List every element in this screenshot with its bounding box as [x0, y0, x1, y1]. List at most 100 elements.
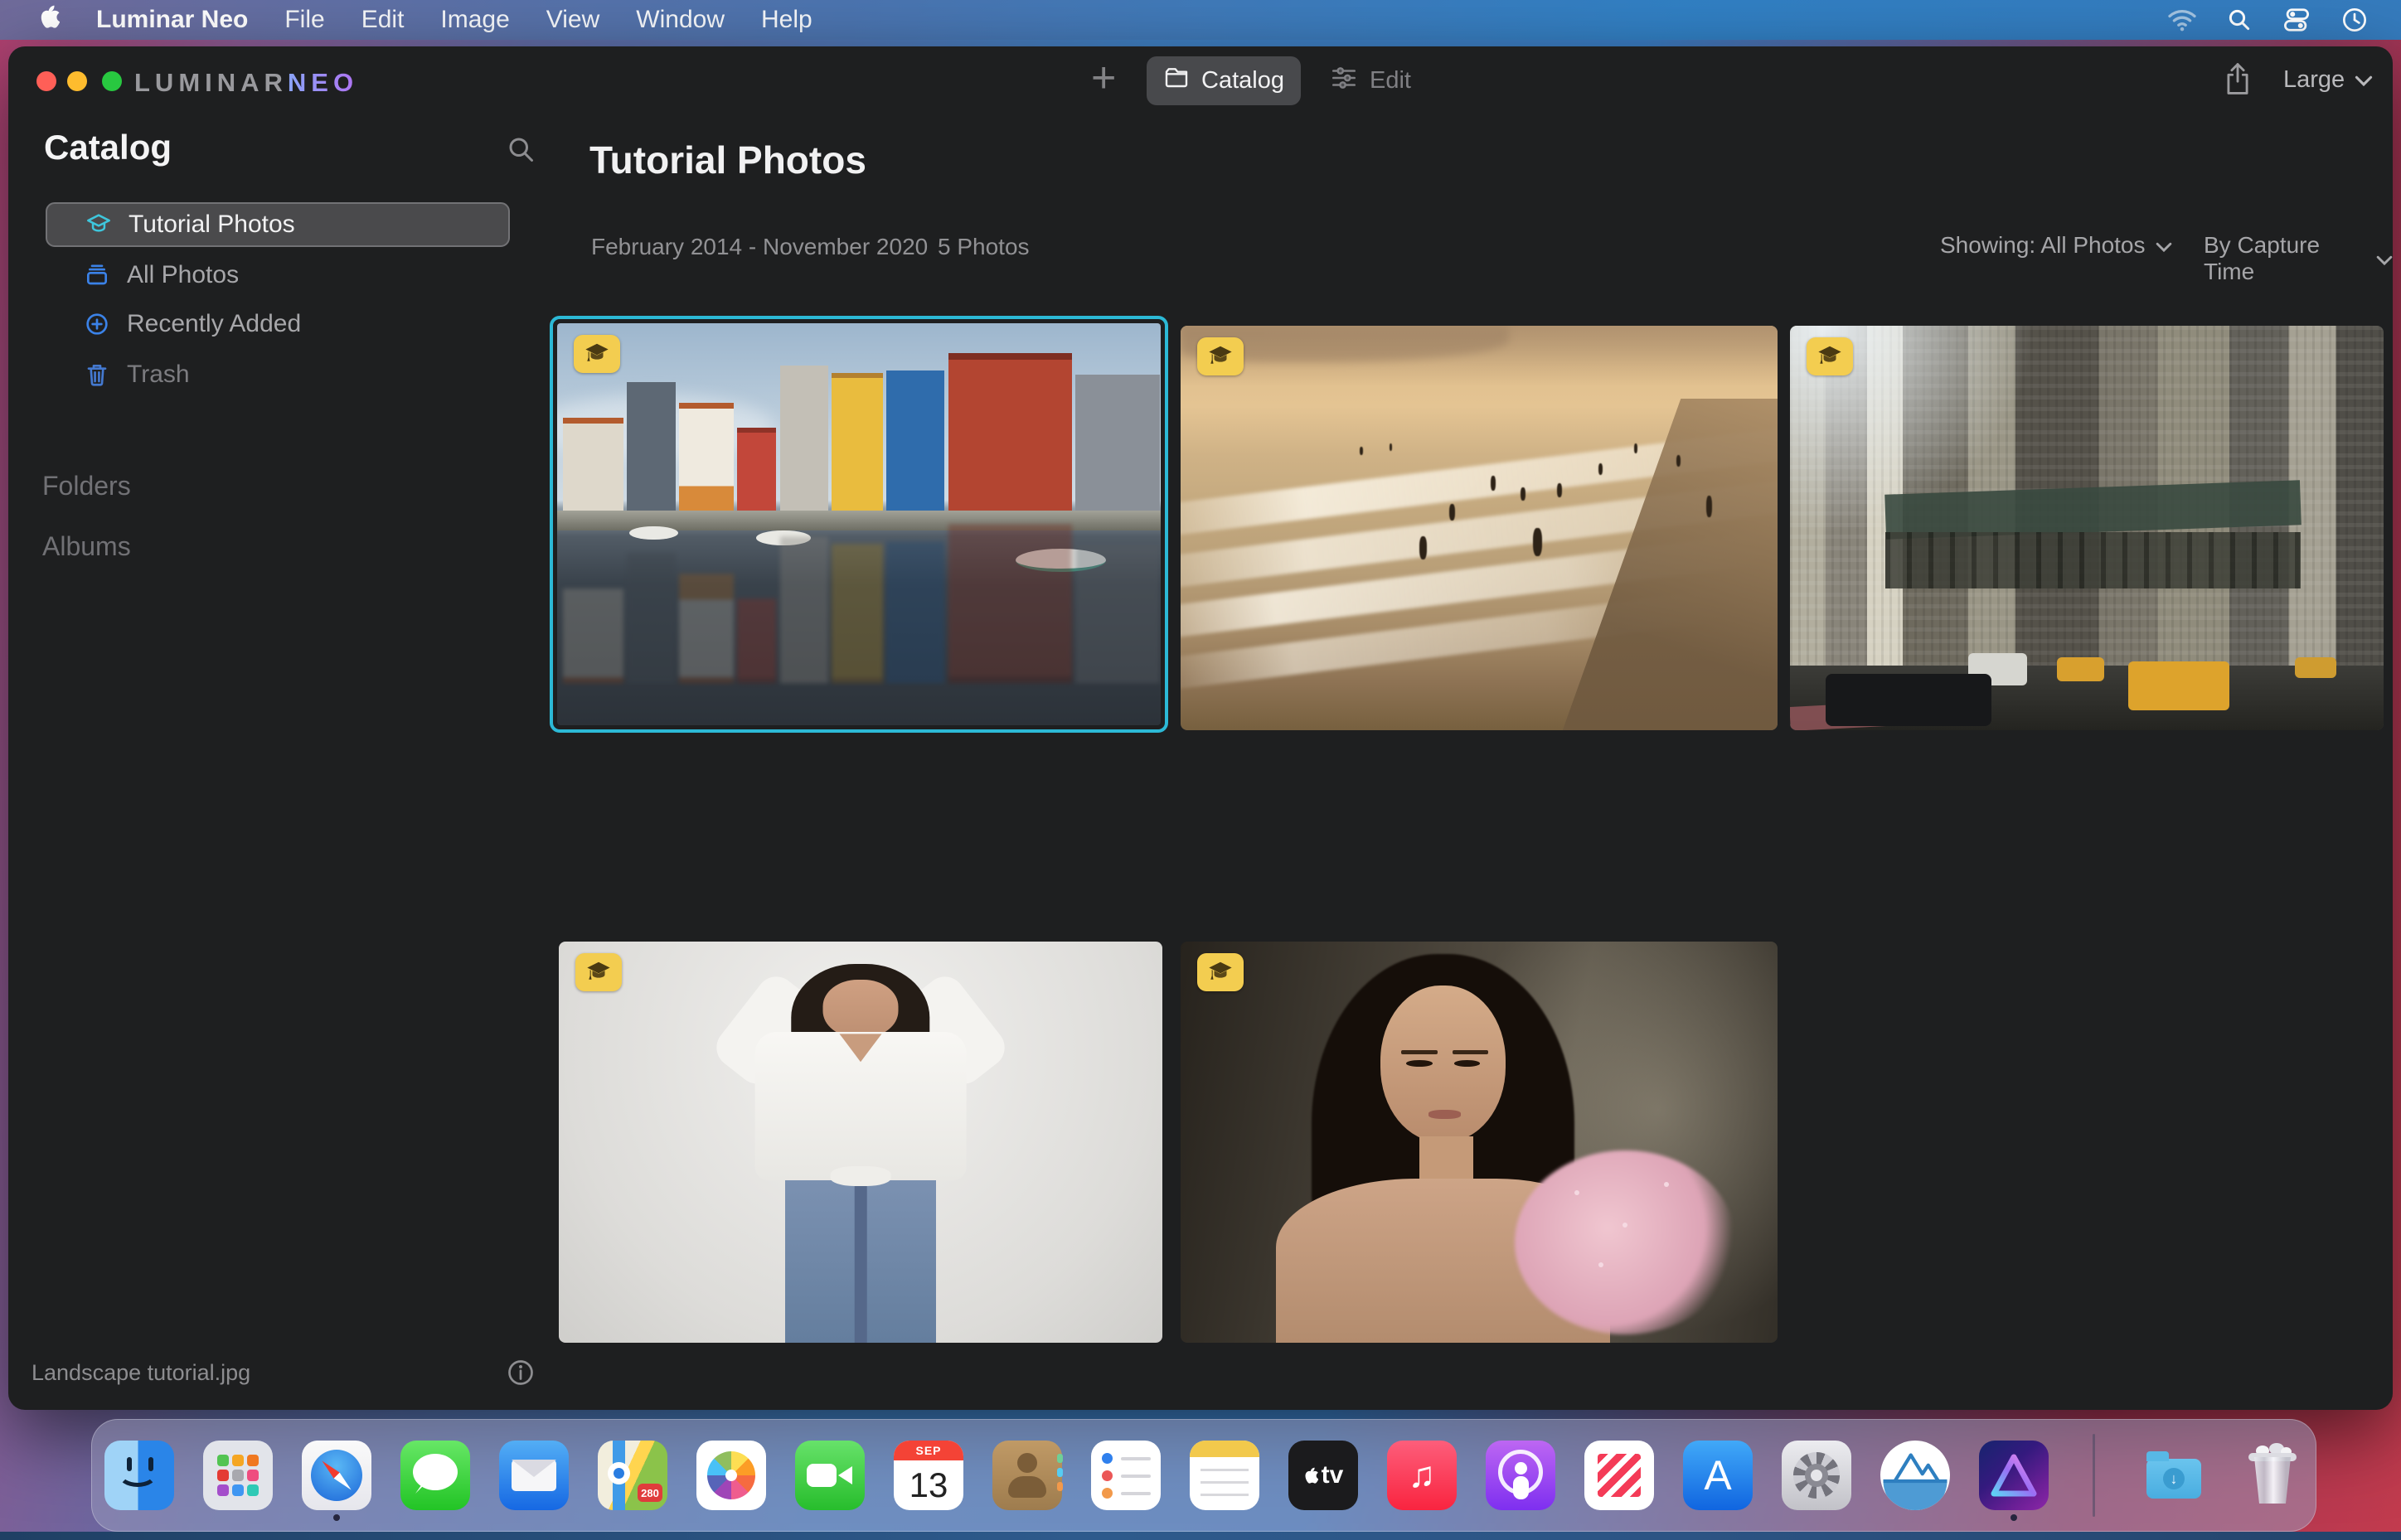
photo-art — [559, 942, 1162, 1343]
dock-mail-icon[interactable] — [499, 1441, 569, 1510]
sidebar-item-label: Trash — [127, 361, 190, 388]
menu-help[interactable]: Help — [761, 6, 812, 34]
sidebar-section-folders[interactable]: Folders — [42, 471, 131, 501]
dock-contacts-icon[interactable] — [992, 1441, 1063, 1510]
control-center-icon[interactable] — [2282, 7, 2311, 32]
dock-settings-icon[interactable] — [1782, 1441, 1851, 1510]
luminar-neo-window: LUMINARNEO + Catalog Edit Large Catalog … — [8, 46, 2393, 1410]
spotlight-search-icon[interactable] — [2227, 7, 2252, 32]
dock-launchpad-icon[interactable] — [203, 1441, 273, 1510]
logo-accent: NEO — [287, 68, 359, 97]
search-icon[interactable] — [506, 134, 536, 168]
running-indicator — [2011, 1514, 2017, 1521]
apple-menu-icon[interactable] — [38, 4, 61, 36]
menu-view[interactable]: View — [546, 6, 599, 34]
luminar-neo-logo: LUMINARNEO — [134, 68, 358, 98]
tutorial-badge-icon — [1197, 337, 1244, 375]
menu-image[interactable]: Image — [440, 6, 509, 34]
tab-catalog[interactable]: Catalog — [1147, 56, 1301, 105]
dock-safari-icon[interactable] — [302, 1441, 371, 1521]
sidebar-item-trash[interactable]: Trash — [46, 352, 510, 397]
thumbnail-size-dropdown[interactable]: Large — [2283, 66, 2373, 94]
plus-circle-icon — [84, 311, 110, 337]
menu-app-name[interactable]: Luminar Neo — [96, 6, 248, 34]
photo-art — [1790, 326, 2384, 730]
menu-file[interactable]: File — [284, 6, 324, 34]
menu-window[interactable]: Window — [636, 6, 725, 34]
dock-divider — [2093, 1434, 2095, 1517]
menu-bar: Luminar Neo File Edit Image View Window … — [0, 0, 2401, 40]
tab-catalog-label: Catalog — [1201, 67, 1284, 94]
sidebar-item-tutorial-photos[interactable]: Tutorial Photos — [46, 202, 510, 247]
tab-edit[interactable]: Edit — [1330, 56, 1411, 105]
close-button[interactable] — [36, 71, 56, 91]
dock-reminders-icon[interactable] — [1091, 1441, 1161, 1510]
tutorial-badge-icon — [1807, 337, 1853, 375]
dock-calendar-icon[interactable]: SEP 13 — [894, 1441, 963, 1510]
dock-luminar-neo-icon[interactable] — [1979, 1441, 2049, 1521]
dock-appstore-icon[interactable] — [1683, 1441, 1753, 1510]
calendar-day: 13 — [909, 1465, 948, 1504]
dock-appletv-icon[interactable]: tv — [1288, 1441, 1358, 1510]
tv-label: tv — [1321, 1461, 1344, 1489]
dock-photos-icon[interactable] — [696, 1441, 766, 1510]
sidebar-item-recently-added[interactable]: Recently Added — [46, 302, 510, 346]
photo-art — [1181, 326, 1778, 730]
photo-city-street-taxis[interactable] — [1790, 326, 2384, 730]
sidebar-title: Catalog — [44, 128, 172, 167]
logo-primary: LUMINAR — [134, 68, 288, 97]
thumbnail-size-label: Large — [2283, 66, 2345, 93]
chevron-down-icon — [2156, 232, 2172, 259]
stacked-photos-icon — [84, 262, 110, 288]
sidebar-item-label: Recently Added — [127, 310, 302, 337]
dock-trash-icon[interactable] — [2238, 1441, 2307, 1510]
dock-maps-icon[interactable]: 280 — [598, 1441, 667, 1510]
tutorial-badge-icon — [1197, 953, 1244, 991]
dock-news-icon[interactable] — [1584, 1441, 1654, 1510]
sort-dropdown[interactable]: By Capture Time — [2204, 232, 2393, 285]
tab-edit-label: Edit — [1370, 67, 1411, 94]
dock: 280 SEP 13 tv ↓ — [91, 1419, 2316, 1532]
sidebar-item-all-photos[interactable]: All Photos — [46, 253, 510, 298]
sidebar-section-albums[interactable]: Albums — [42, 531, 131, 562]
dock-facetime-icon[interactable] — [795, 1441, 865, 1510]
desktop-edge — [0, 1532, 2401, 1540]
dock-finder-icon[interactable] — [104, 1441, 174, 1510]
chevron-down-icon — [2376, 245, 2393, 272]
add-photos-button[interactable]: + — [1091, 53, 1116, 103]
menu-edit[interactable]: Edit — [361, 6, 405, 34]
date-range: February 2014 - November 2020 — [591, 234, 929, 259]
sidebar-item-label: Tutorial Photos — [129, 211, 295, 238]
share-button[interactable] — [2222, 60, 2253, 102]
wifi-icon[interactable] — [2167, 7, 2197, 32]
photo-art — [1181, 942, 1778, 1343]
filter-label: Showing: All Photos — [1940, 232, 2146, 258]
info-icon[interactable] — [506, 1358, 536, 1392]
tutorial-badge-icon — [574, 335, 620, 373]
photo-beach-sunset-swimmers[interactable] — [1181, 326, 1778, 730]
photo-art — [557, 323, 1161, 725]
photo-colorful-canal-houses[interactable] — [550, 316, 1168, 733]
dock-podcasts-icon[interactable] — [1486, 1441, 1555, 1510]
chevron-down-icon — [2355, 66, 2373, 94]
running-indicator — [333, 1514, 340, 1521]
calendar-month: SEP — [894, 1441, 963, 1460]
dock-luminar-share-icon[interactable] — [1880, 1441, 1950, 1510]
clock-icon[interactable] — [2341, 7, 2368, 33]
dock-music-icon[interactable] — [1387, 1441, 1457, 1510]
trash-icon — [84, 361, 110, 388]
selected-filename: Landscape tutorial.jpg — [32, 1360, 251, 1385]
photo-woman-portrait-pink-flower[interactable] — [1181, 942, 1778, 1343]
dock-messages-icon[interactable] — [400, 1441, 470, 1510]
sort-label: By Capture Time — [2204, 232, 2321, 284]
minimize-button[interactable] — [67, 71, 87, 91]
photo-count: 5 Photos — [938, 234, 1030, 259]
graduation-cap-icon — [85, 211, 112, 238]
sliders-icon — [1330, 64, 1358, 99]
photo-woman-in-white-blouse[interactable] — [559, 942, 1162, 1343]
filter-dropdown[interactable]: Showing: All Photos — [1940, 232, 2172, 259]
tutorial-badge-icon — [575, 953, 622, 991]
dock-notes-icon[interactable] — [1190, 1441, 1259, 1510]
dock-downloads-icon[interactable]: ↓ — [2139, 1441, 2209, 1510]
zoom-button[interactable] — [102, 71, 122, 91]
